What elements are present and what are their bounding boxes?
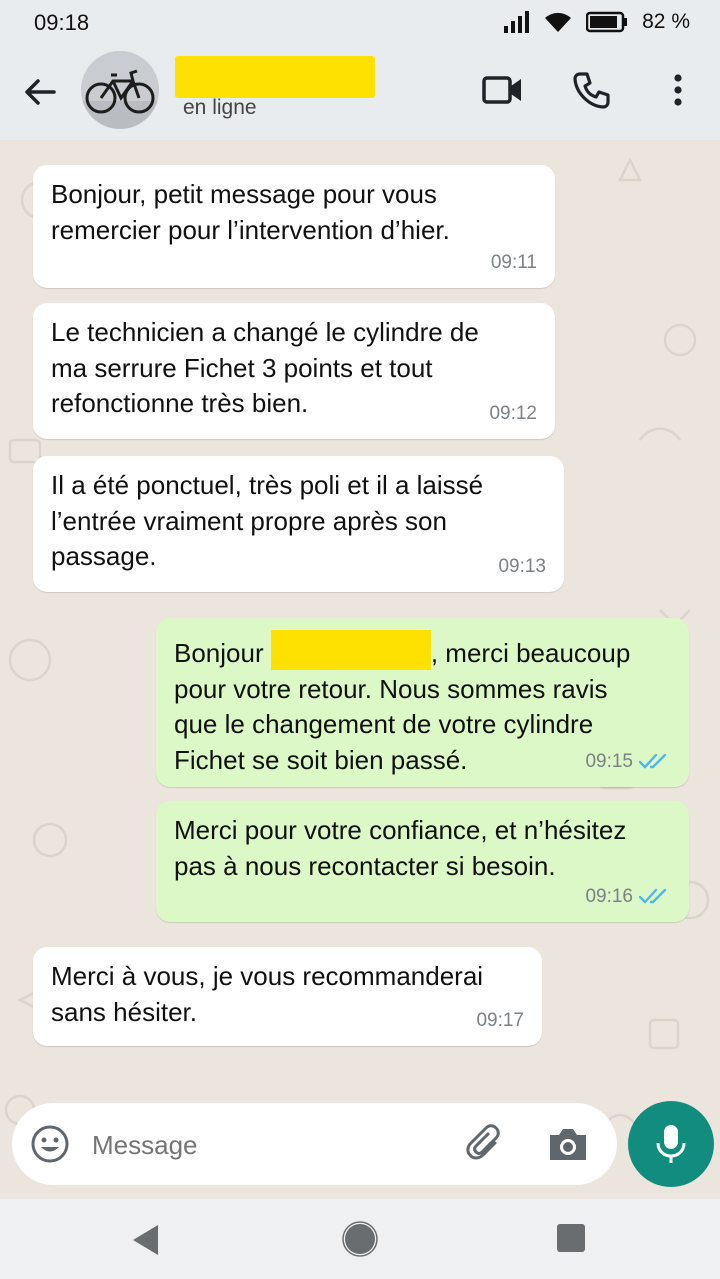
message-time: 09:15 [585,750,633,772]
message-text-end: , merci beaucoup [430,638,631,668]
message-meta: 09:15 [585,744,671,780]
emoji-icon [31,1125,69,1163]
back-button[interactable] [20,72,60,112]
message-text: Merci à vous, je vous recommanderai sans… [51,961,484,1027]
voice-call-button[interactable] [572,70,612,115]
message-text: Merci pour votre confiance, et n’hésitez… [174,815,627,881]
message-meta: 09:11 [491,245,537,281]
message-text: Il a été ponctuel, très poli et il a lai… [51,470,484,571]
message-text: Le technicien a changé le cylindre de ma… [51,317,479,418]
status-icons: 82 % [504,10,690,34]
video-call-icon [482,76,521,104]
chat-header: en ligne [0,44,720,140]
back-arrow-icon [25,79,56,105]
message-text-rest: pour votre retour. Nous sommes ravis que… [174,673,608,775]
nav-recents-button[interactable] [556,1223,586,1258]
wifi-icon [545,12,572,32]
system-navigation-bar [0,1199,720,1279]
more-options-button[interactable] [666,70,690,115]
redaction-box [270,630,431,670]
voice-call-icon [573,72,610,109]
emoji-button[interactable] [30,1124,70,1169]
attach-button[interactable] [464,1123,508,1172]
message-input[interactable] [90,1103,434,1187]
message-meta: 09:17 [476,1003,524,1039]
message-time: 09:17 [476,1009,524,1031]
message-time: 09:13 [498,555,546,577]
message-meta: 09:16 [585,879,671,915]
message-time: 09:12 [489,402,537,424]
message-time: 09:16 [585,885,633,907]
message-bubble-outgoing[interactable]: Bonjour , merci beaucoup pour votre reto… [156,618,689,787]
message-bubble-incoming[interactable]: Le technicien a changé le cylindre de ma… [33,303,555,439]
message-meta: 09:12 [489,396,537,432]
message-time: 09:11 [490,251,537,273]
status-bar: 09:18 82 % [0,0,720,44]
status-time: 09:18 [34,10,90,35]
home-circle-icon [342,1221,378,1257]
camera-button[interactable] [546,1125,590,1168]
video-call-button[interactable] [482,70,524,115]
square-recents-icon [557,1224,585,1252]
message-bubble-incoming[interactable]: Merci à vous, je vous recommanderai sans… [33,947,542,1046]
message-text-start: Bonjour [174,638,271,668]
voice-message-button[interactable] [628,1101,714,1187]
contact-avatar[interactable] [81,51,159,129]
message-composer [12,1103,617,1187]
triangle-back-icon [133,1225,158,1255]
message-bubble-incoming[interactable]: Bonjour, petit message pour vous remerci… [33,165,555,288]
message-text: Bonjour, petit message pour vous remerci… [51,179,450,245]
bicycle-image [81,51,159,129]
contact-status: en ligne [183,96,257,119]
message-bubble-incoming[interactable]: Il a été ponctuel, très poli et il a lai… [33,456,564,592]
read-receipt-icon [639,754,667,769]
contact-name-redacted[interactable] [175,56,375,98]
chat-area[interactable]: Bonjour, petit message pour vous remerci… [0,140,720,1200]
read-receipt-icon [639,889,667,904]
battery-percent: 82 % [642,10,690,33]
nav-home-button[interactable] [342,1221,378,1262]
battery-icon [586,11,628,33]
nav-back-button[interactable] [130,1223,162,1262]
camera-icon [550,1129,586,1160]
message-bubble-outgoing[interactable]: Merci pour votre confiance, et n’hésitez… [156,801,689,922]
more-options-icon [674,74,682,106]
paperclip-icon [466,1124,500,1160]
signal-icon [504,11,530,33]
message-meta: 09:13 [498,549,546,585]
microphone-icon [656,1125,686,1163]
